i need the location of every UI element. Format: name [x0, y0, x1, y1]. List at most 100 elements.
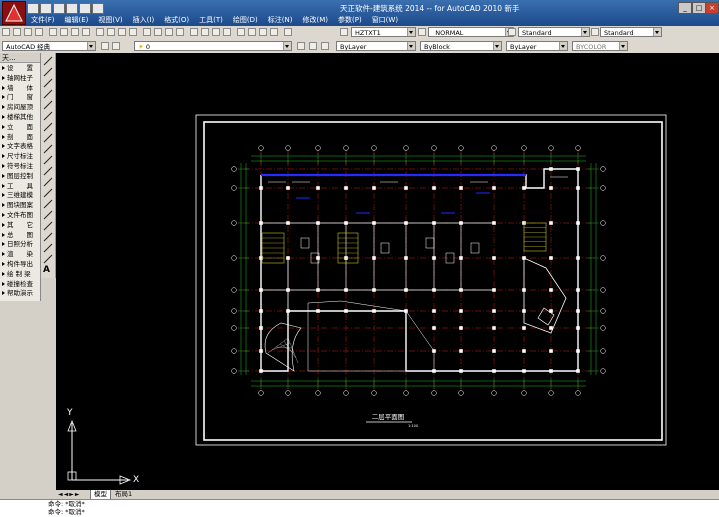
help-icon[interactable] — [284, 28, 292, 36]
menu-item-0[interactable]: 文件(F) — [26, 15, 60, 26]
dim-style-icon[interactable] — [418, 28, 426, 36]
side-menu-item-2[interactable]: 墙 体 — [0, 84, 40, 93]
text-style-combo[interactable]: HZTXT1 — [351, 27, 416, 37]
color-combo[interactable]: ByLayer — [336, 41, 416, 51]
markup-icon[interactable] — [259, 28, 267, 36]
circle-icon[interactable] — [43, 122, 53, 132]
side-menu-item-11[interactable]: 图层控制 — [0, 172, 40, 181]
make-block-icon[interactable] — [43, 188, 53, 198]
polyline-icon[interactable] — [43, 78, 53, 88]
preview-icon[interactable] — [49, 28, 57, 36]
quickcalc-icon[interactable] — [270, 28, 278, 36]
side-menu-item-4[interactable]: 房间屋顶 — [0, 103, 40, 112]
match-prop-icon[interactable] — [118, 28, 126, 36]
lineweight-combo[interactable]: ByLayer — [506, 41, 568, 51]
table-style-combo[interactable]: Standard — [518, 27, 590, 37]
command-line[interactable]: 命令: *取消* 命令: *取消* — [0, 499, 719, 517]
line-icon[interactable] — [43, 56, 53, 66]
copy-icon[interactable] — [96, 28, 104, 36]
side-menu-title[interactable]: 天... — [0, 53, 40, 63]
layer-manager-icon[interactable] — [112, 42, 120, 50]
rectangle-icon[interactable] — [43, 100, 53, 110]
side-menu-item-6[interactable]: 立 面 — [0, 123, 40, 132]
side-menu-item-23[interactable]: 帮助演示 — [0, 289, 40, 298]
polygon-icon[interactable] — [43, 89, 53, 99]
layer-combo[interactable]: ☀ 0 — [134, 41, 292, 51]
side-menu-item-10[interactable]: 符号标注 — [0, 162, 40, 171]
dim-style-combo[interactable]: _NORMAL — [428, 27, 514, 37]
side-menu-item-9[interactable]: 尺寸标注 — [0, 152, 40, 161]
side-menu-item-13[interactable]: 三维建模 — [0, 191, 40, 200]
point-icon[interactable] — [43, 199, 53, 209]
paste-icon[interactable] — [107, 28, 115, 36]
side-menu-item-8[interactable]: 文字表格 — [0, 142, 40, 151]
side-menu-item-3[interactable]: 门 窗 — [0, 93, 40, 102]
arc-icon[interactable] — [43, 111, 53, 121]
menu-item-7[interactable]: 标注(N) — [263, 15, 298, 26]
zoom-window-icon[interactable] — [190, 28, 198, 36]
close-icon[interactable]: × — [705, 2, 719, 14]
side-menu-item-5[interactable]: 楼梯其他 — [0, 113, 40, 122]
region-icon[interactable] — [43, 232, 53, 242]
properties-icon[interactable] — [212, 28, 220, 36]
save-icon[interactable] — [53, 3, 65, 14]
undo-icon[interactable] — [66, 3, 78, 14]
tab-nav-arrows-icon[interactable]: ◄◄►► — [58, 491, 80, 498]
zoom-previous-icon[interactable] — [201, 28, 209, 36]
publish-icon[interactable] — [60, 28, 68, 36]
side-menu-item-14[interactable]: 图块图案 — [0, 201, 40, 210]
mleader-style-combo[interactable]: Standard — [600, 27, 662, 37]
tool-palettes-icon[interactable] — [237, 28, 245, 36]
side-menu-item-20[interactable]: 构件导出 — [0, 260, 40, 269]
sheet-set-icon[interactable] — [248, 28, 256, 36]
workspace-combo[interactable]: AutoCAD 经典 — [2, 41, 96, 51]
open-file-icon[interactable] — [40, 3, 52, 14]
side-menu-item-7[interactable]: 剖 面 — [0, 133, 40, 142]
undo-icon[interactable] — [143, 28, 151, 36]
insert-block-icon[interactable] — [43, 177, 53, 187]
ellipse-icon[interactable] — [43, 155, 53, 165]
side-menu-item-0[interactable]: 设 置 — [0, 64, 40, 73]
hatch-icon[interactable] — [43, 210, 53, 220]
side-menu-item-1[interactable]: 轴网柱子 — [0, 74, 40, 83]
design-center-icon[interactable] — [223, 28, 231, 36]
redo-icon[interactable] — [79, 3, 91, 14]
menu-item-3[interactable]: 插入(I) — [128, 15, 160, 26]
side-menu-item-21[interactable]: 绘 制 梁 — [0, 270, 40, 279]
menu-item-4[interactable]: 格式(O) — [159, 15, 194, 26]
menu-item-6[interactable]: 绘图(D) — [228, 15, 263, 26]
block-editor-icon[interactable] — [129, 28, 137, 36]
menu-item-5[interactable]: 工具(T) — [194, 15, 228, 26]
plot-icon[interactable] — [92, 3, 104, 14]
save-icon[interactable] — [24, 28, 32, 36]
ellipse-arc-icon[interactable] — [43, 166, 53, 176]
drawing-canvas[interactable]: 二层平面图 1:100 Y X — [56, 53, 719, 490]
side-menu-item-15[interactable]: 文件布图 — [0, 211, 40, 220]
menu-item-9[interactable]: 参数(P) — [333, 15, 367, 26]
tab-layout1[interactable]: 布局1 — [112, 490, 135, 499]
new-icon[interactable] — [2, 28, 10, 36]
menu-item-8[interactable]: 修改(M) — [297, 15, 333, 26]
open-icon[interactable] — [13, 28, 21, 36]
app-logo-icon[interactable] — [2, 1, 26, 25]
revision-cloud-icon[interactable] — [43, 133, 53, 143]
side-menu-item-12[interactable]: 工 具 — [0, 182, 40, 191]
side-menu-item-22[interactable]: 碰撞检查 — [0, 280, 40, 289]
cut-icon[interactable] — [82, 28, 90, 36]
text-style-icon[interactable] — [340, 28, 348, 36]
table-icon[interactable] — [43, 243, 53, 253]
zoom-realtime-icon[interactable] — [176, 28, 184, 36]
side-menu-item-19[interactable]: 渲 染 — [0, 250, 40, 259]
layer-state-icon[interactable] — [321, 42, 329, 50]
pan-icon[interactable] — [165, 28, 173, 36]
side-menu-item-16[interactable]: 其 它 — [0, 221, 40, 230]
side-menu-item-18[interactable]: 日照分析 — [0, 240, 40, 249]
3d-print-icon[interactable] — [71, 28, 79, 36]
menu-item-10[interactable]: 窗口(W) — [367, 15, 403, 26]
mleader-style-icon[interactable] — [591, 28, 599, 36]
workspace-settings-icon[interactable] — [101, 42, 109, 50]
plotstyle-combo[interactable]: BYCOLOR — [572, 41, 628, 51]
multiline-text-icon[interactable] — [43, 254, 53, 264]
maximize-icon[interactable]: □ — [692, 2, 706, 14]
layer-previous-icon[interactable] — [309, 42, 317, 50]
